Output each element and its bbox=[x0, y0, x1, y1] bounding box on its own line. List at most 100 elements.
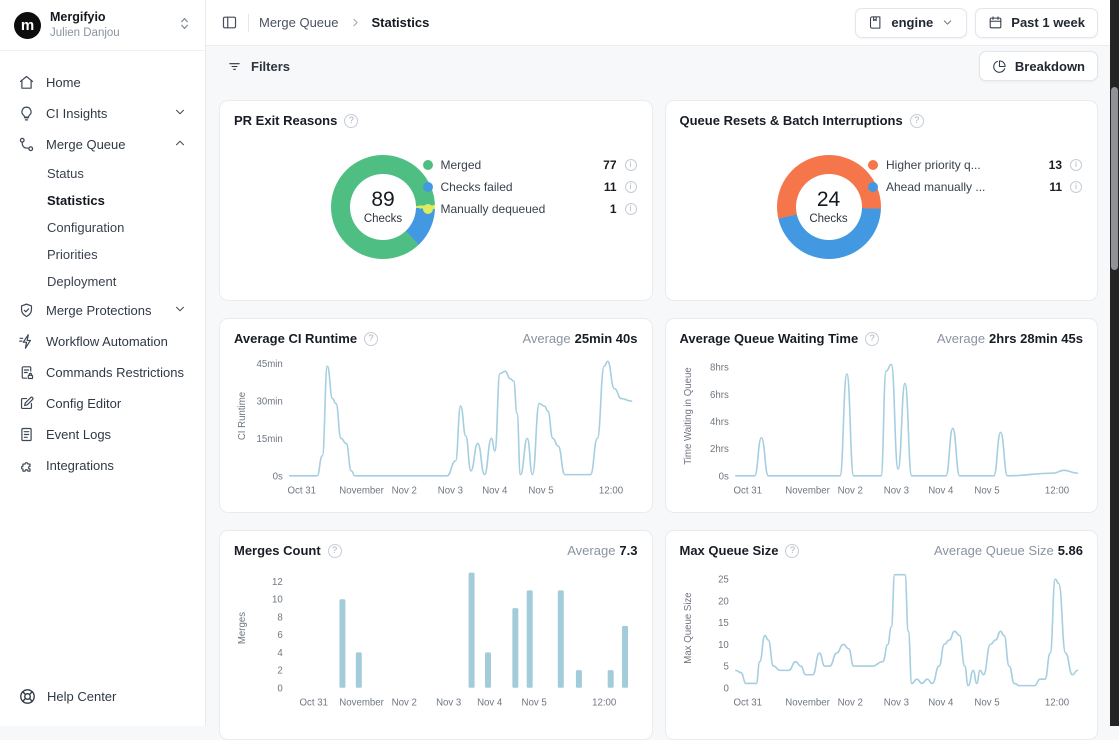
sidebar-subitem-status[interactable]: Status bbox=[9, 160, 196, 187]
zap-icon bbox=[18, 333, 35, 350]
card-stat: Average2hrs 28min 45s bbox=[937, 331, 1083, 346]
line-chart: 8hrs6hrs4hrs2hrs0sOct 31NovemberNov 2Nov… bbox=[680, 346, 1084, 497]
svg-text:20: 20 bbox=[718, 596, 729, 607]
sidebar: m Mergifyio Julien Danjou Home CI Insigh… bbox=[0, 0, 206, 726]
svg-text:Nov 5: Nov 5 bbox=[974, 698, 999, 709]
divider bbox=[248, 14, 249, 32]
repo-selector-button[interactable]: engine bbox=[855, 8, 967, 38]
sidebar-item-merge-protections[interactable]: Merge Protections bbox=[9, 295, 196, 326]
help-icon[interactable]: ? bbox=[364, 332, 378, 346]
info-icon[interactable]: i bbox=[1070, 181, 1082, 193]
help-icon[interactable]: ? bbox=[865, 332, 879, 346]
help-center[interactable]: Help Center bbox=[0, 672, 205, 726]
donut-caption: Checks bbox=[809, 213, 847, 225]
svg-text:6hrs: 6hrs bbox=[710, 390, 729, 401]
svg-text:Merges: Merges bbox=[237, 612, 248, 644]
sidebar-item-ci-insights[interactable]: CI Insights bbox=[9, 98, 196, 129]
sidebar-subitem-deployment[interactable]: Deployment bbox=[9, 268, 196, 295]
chevron-down-icon bbox=[941, 16, 954, 29]
sidebar-item-event-logs[interactable]: Event Logs bbox=[9, 419, 196, 450]
card-merges-count: Merges Count ? Average7.3 121086420Oct 3… bbox=[219, 530, 653, 740]
info-icon[interactable]: i bbox=[625, 181, 637, 193]
org-user: Julien Danjou bbox=[50, 26, 120, 40]
svg-text:15min: 15min bbox=[257, 434, 283, 445]
breadcrumb-current: Statistics bbox=[372, 15, 430, 30]
sidebar-item-home[interactable]: Home bbox=[9, 67, 196, 98]
panel-left-icon bbox=[221, 14, 238, 31]
svg-text:45min: 45min bbox=[257, 359, 283, 370]
org-switcher[interactable]: m Mergifyio Julien Danjou bbox=[0, 0, 205, 51]
dashboard-grid: PR Exit Reasons ? 89 Checks Merged77i Che… bbox=[206, 86, 1110, 740]
legend-value: 13 bbox=[1044, 158, 1062, 172]
sidebar-item-integrations[interactable]: Integrations bbox=[9, 450, 196, 481]
help-icon[interactable]: ? bbox=[785, 544, 799, 558]
breakdown-button[interactable]: Breakdown bbox=[979, 51, 1098, 81]
svg-text:Nov 4: Nov 4 bbox=[928, 486, 954, 497]
card-average-ci-runtime: Average CI Runtime ? Average25min 40s 45… bbox=[219, 318, 653, 513]
svg-text:0s: 0s bbox=[718, 471, 728, 482]
sidebar-item-commands-restrictions[interactable]: Commands Restrictions bbox=[9, 357, 196, 388]
legend-label: Ahead manually ... bbox=[886, 180, 1036, 194]
document-lines-icon bbox=[18, 426, 35, 443]
sidebar-item-workflow-automation[interactable]: Workflow Automation bbox=[9, 326, 196, 357]
chevron-right-icon bbox=[349, 16, 362, 29]
svg-text:0s: 0s bbox=[273, 471, 283, 482]
merge-queue-icon bbox=[18, 136, 35, 153]
page-scrollbar[interactable] bbox=[1110, 0, 1119, 726]
card-title: PR Exit Reasons bbox=[234, 113, 337, 128]
sidebar-subitem-statistics[interactable]: Statistics bbox=[9, 187, 196, 214]
info-icon[interactable]: i bbox=[625, 159, 637, 171]
svg-text:Nov 3: Nov 3 bbox=[438, 486, 463, 497]
info-icon[interactable]: i bbox=[1070, 159, 1082, 171]
svg-text:12: 12 bbox=[272, 577, 283, 588]
info-icon[interactable]: i bbox=[625, 203, 637, 215]
card-title: Average CI Runtime bbox=[234, 331, 357, 346]
svg-text:Nov 4: Nov 4 bbox=[477, 698, 503, 709]
sidebar-subitem-priorities[interactable]: Priorities bbox=[9, 241, 196, 268]
svg-text:4: 4 bbox=[277, 648, 283, 659]
legend-dot bbox=[423, 160, 433, 170]
help-icon[interactable]: ? bbox=[910, 114, 924, 128]
legend-row[interactable]: Manually dequeued1i bbox=[423, 202, 637, 216]
legend-row[interactable]: Higher priority q... 13 i bbox=[868, 158, 1082, 172]
breadcrumb-parent[interactable]: Merge Queue bbox=[259, 15, 339, 30]
svg-text:12:00: 12:00 bbox=[1044, 698, 1068, 709]
filter-lines-icon bbox=[227, 59, 242, 74]
scrollbar-thumb[interactable] bbox=[1111, 87, 1118, 270]
legend-label: Manually dequeued bbox=[441, 202, 591, 216]
svg-text:2hrs: 2hrs bbox=[710, 444, 729, 455]
filters-button[interactable]: Filters bbox=[221, 55, 296, 78]
legend-row[interactable]: Merged77i bbox=[423, 158, 637, 172]
sidebar-item-config-editor[interactable]: Config Editor bbox=[9, 388, 196, 419]
svg-text:12:00: 12:00 bbox=[599, 486, 623, 497]
svg-text:Nov 2: Nov 2 bbox=[392, 698, 417, 709]
time-range-button[interactable]: Past 1 week bbox=[975, 8, 1098, 38]
up-down-chevrons-icon bbox=[176, 15, 193, 35]
svg-text:November: November bbox=[339, 698, 384, 709]
svg-text:0: 0 bbox=[723, 683, 728, 694]
sidebar-subitem-configuration[interactable]: Configuration bbox=[9, 214, 196, 241]
legend-row[interactable]: Checks failed11i bbox=[423, 180, 637, 194]
legend-label: Higher priority q... bbox=[886, 158, 1036, 172]
svg-text:November: November bbox=[339, 486, 384, 497]
legend-row[interactable]: Ahead manually ...11i bbox=[868, 180, 1082, 194]
sidebar-item-merge-queue[interactable]: Merge Queue bbox=[9, 129, 196, 160]
legend-label: Checks failed bbox=[441, 180, 591, 194]
edit-square-icon bbox=[18, 395, 35, 412]
bar-chart-svg: 121086420Oct 31NovemberNov 2Nov 3Nov 4No… bbox=[234, 562, 638, 712]
donut-chart: 89 Checks bbox=[331, 155, 435, 259]
svg-text:Nov 3: Nov 3 bbox=[436, 698, 461, 709]
legend-dot bbox=[868, 160, 878, 170]
sidebar-nav: Home CI Insights Merge Queue Status Stat… bbox=[0, 51, 205, 672]
card-queue-resets: Queue Resets & Batch Interruptions ? 24 … bbox=[665, 100, 1099, 301]
line-chart: 2520151050Oct 31NovemberNov 2Nov 3Nov 4N… bbox=[680, 558, 1084, 724]
svg-text:Oct 31: Oct 31 bbox=[299, 698, 327, 709]
card-pr-exit-reasons: PR Exit Reasons ? 89 Checks Merged77i Che… bbox=[219, 100, 653, 301]
svg-text:Nov 2: Nov 2 bbox=[392, 486, 417, 497]
help-icon[interactable]: ? bbox=[328, 544, 342, 558]
help-icon[interactable]: ? bbox=[344, 114, 358, 128]
svg-text:Oct 31: Oct 31 bbox=[733, 486, 761, 497]
chart-legend: Higher priority q...13iAhead manually ..… bbox=[868, 158, 1082, 194]
chart-legend: Merged77i Checks failed11i Manually dequeu… bbox=[423, 158, 637, 216]
sidebar-toggle-button[interactable] bbox=[221, 14, 238, 31]
